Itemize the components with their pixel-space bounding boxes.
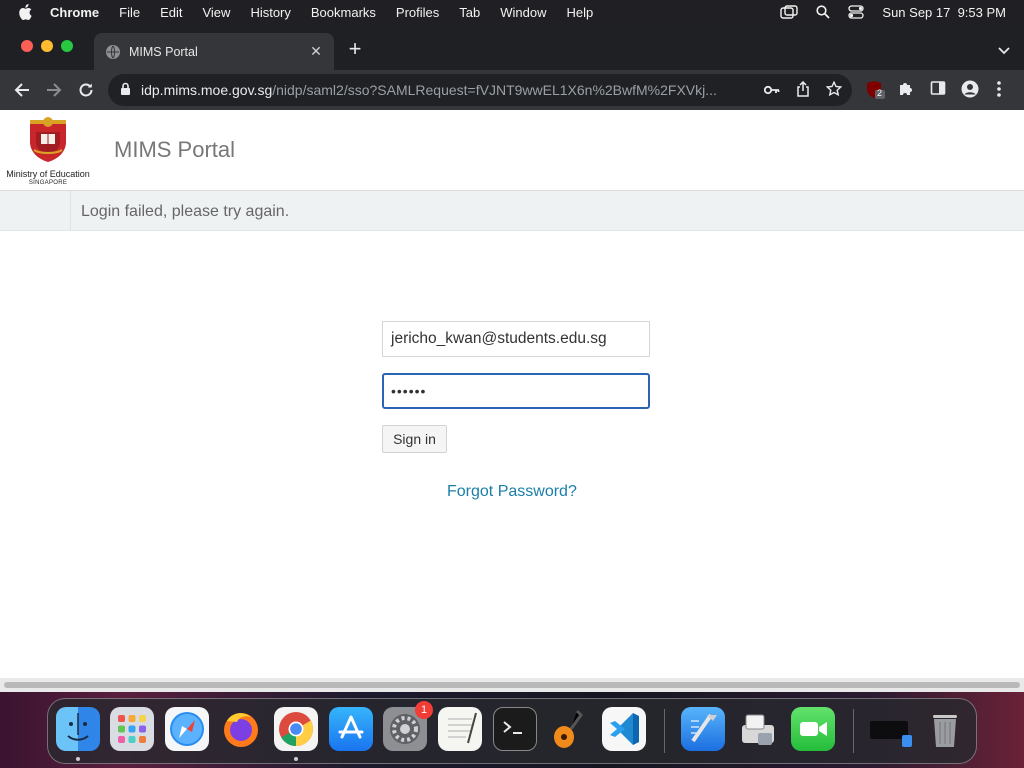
menubar-clock[interactable]: Sun Sep 17 9:53 PM: [882, 5, 1006, 20]
alert-divider: [70, 191, 71, 231]
terminal-icon[interactable]: [493, 707, 537, 751]
finder-icon[interactable]: [56, 707, 100, 751]
textedit-icon[interactable]: [438, 707, 482, 751]
menu-tab[interactable]: Tab: [459, 5, 480, 20]
horizontal-scrollbar[interactable]: [0, 678, 1024, 692]
site-header: Ministry of Education SINGAPORE MIMS Por…: [0, 110, 1024, 191]
macos-menu-bar: Chrome File Edit View History Bookmarks …: [0, 0, 1024, 24]
forgot-password-link[interactable]: Forgot Password?: [447, 483, 577, 501]
tab-search-chevron-icon[interactable]: [998, 42, 1010, 60]
moe-logo[interactable]: Ministry of Education SINGAPORE: [4, 114, 92, 188]
screen-mirroring-icon[interactable]: [780, 5, 799, 19]
settings-notification-badge: 1: [415, 701, 433, 719]
system-settings-icon[interactable]: 1: [383, 701, 433, 751]
logo-country-text: SINGAPORE: [28, 180, 68, 186]
menu-view[interactable]: View: [202, 5, 230, 20]
web-page: Ministry of Education SINGAPORE MIMS Por…: [0, 110, 1024, 678]
minimized-window-icon[interactable]: [868, 707, 912, 751]
url-host: idp.mims.moe.gov.sg: [141, 82, 273, 98]
control-center-icon[interactable]: [848, 5, 865, 19]
back-arrow-icon[interactable]: [12, 80, 32, 100]
dock-separator: [664, 709, 665, 753]
password-field[interactable]: ••••••: [382, 373, 650, 409]
chrome-menu-kebab-icon[interactable]: [996, 80, 1002, 103]
share-icon[interactable]: [796, 80, 810, 100]
extensions-puzzle-icon[interactable]: [898, 80, 914, 101]
key-icon[interactable]: [763, 82, 780, 98]
page-title: MIMS Portal: [114, 137, 236, 162]
tab-mims-portal[interactable]: MIMS Portal ✕: [94, 33, 334, 70]
side-panel-icon[interactable]: [930, 80, 946, 101]
garageband-icon[interactable]: [547, 707, 591, 751]
firefox-icon[interactable]: [219, 707, 263, 751]
menu-file[interactable]: File: [119, 5, 140, 20]
scrollbar-thumb[interactable]: [4, 682, 1020, 688]
lock-icon[interactable]: [120, 82, 131, 99]
chrome-running-dot: [294, 757, 298, 761]
apple-menu-icon[interactable]: [18, 4, 34, 20]
dock-separator-2: [853, 709, 854, 753]
minimize-window-button[interactable]: [41, 40, 53, 52]
menu-history[interactable]: History: [250, 5, 290, 20]
safari-icon[interactable]: [165, 707, 209, 751]
trash-icon[interactable]: [923, 707, 967, 751]
forward-arrow-icon[interactable]: [44, 80, 64, 100]
close-window-button[interactable]: [21, 40, 33, 52]
reload-icon[interactable]: [76, 80, 96, 100]
address-bar[interactable]: idp.mims.moe.gov.sg /nidp/saml2/sso?SAML…: [108, 74, 852, 106]
finder-running-dot: [76, 757, 80, 761]
facetime-icon[interactable]: [791, 707, 835, 751]
moe-crest-icon: [26, 114, 70, 164]
ublock-extension-icon[interactable]: 2: [866, 80, 886, 105]
login-error-alert: Login failed, please try again.: [0, 191, 1024, 231]
xcode-icon[interactable]: [681, 707, 725, 751]
launchpad-icon[interactable]: [110, 707, 154, 751]
new-tab-button[interactable]: +: [346, 38, 364, 60]
url-path: /nidp/saml2/sso?SAMLRequest=fVJNT9wwEL1X…: [272, 82, 717, 98]
chrome-tab-strip: MIMS Portal ✕ +: [0, 24, 1024, 70]
zoom-window-button[interactable]: [61, 40, 73, 52]
chrome-icon[interactable]: [274, 707, 318, 751]
desktop-wallpaper: 1: [0, 692, 1024, 768]
migration-assistant-icon[interactable]: [736, 707, 780, 751]
login-form: jericho_kwan@students.edu.sg •••••• Sign…: [382, 321, 650, 453]
menu-edit[interactable]: Edit: [160, 5, 182, 20]
window-controls: [21, 40, 73, 52]
sign-in-button[interactable]: Sign in: [382, 425, 447, 453]
bookmark-star-icon[interactable]: [825, 80, 843, 100]
menu-profiles[interactable]: Profiles: [396, 5, 439, 20]
extension-badge: 2: [877, 88, 883, 98]
menu-help[interactable]: Help: [567, 5, 594, 20]
menu-app-chrome[interactable]: Chrome: [50, 5, 99, 20]
macos-dock: 1: [47, 698, 977, 764]
spotlight-search-icon[interactable]: [816, 5, 831, 19]
username-field[interactable]: jericho_kwan@students.edu.sg: [382, 321, 650, 357]
logo-ministry-text: Ministry of Education: [6, 169, 90, 179]
globe-favicon-icon: [106, 44, 120, 59]
menu-window[interactable]: Window: [500, 5, 546, 20]
alert-message: Login failed, please try again.: [81, 203, 290, 220]
vscode-icon[interactable]: [602, 707, 646, 751]
close-tab-icon[interactable]: ✕: [308, 43, 324, 60]
profile-avatar-icon[interactable]: [961, 80, 979, 103]
app-store-icon[interactable]: [329, 707, 373, 751]
chrome-toolbar: idp.mims.moe.gov.sg /nidp/saml2/sso?SAML…: [0, 70, 1024, 110]
tab-title: MIMS Portal: [129, 44, 198, 59]
menu-bookmarks[interactable]: Bookmarks: [311, 5, 376, 20]
